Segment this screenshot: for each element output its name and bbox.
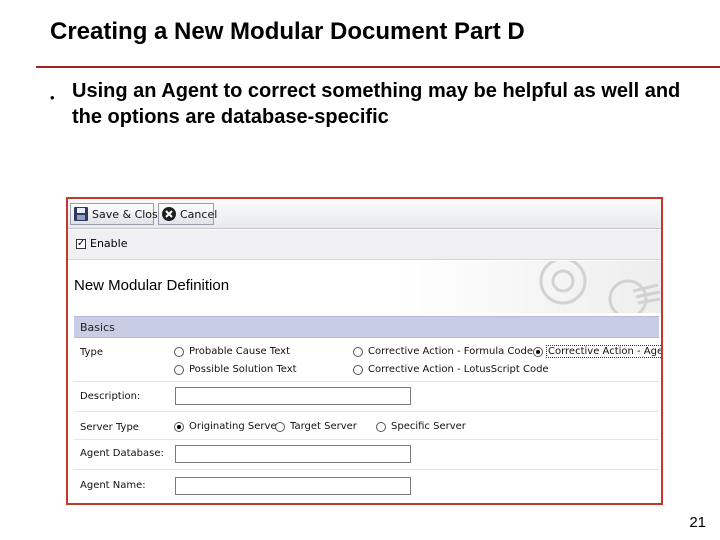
agent-database-field[interactable] [175,445,411,463]
server-radio-originating[interactable] [174,422,184,432]
type-radio-probable-cause[interactable] [174,347,184,357]
close-icon [162,207,176,221]
save-close-label: Save & Close [92,207,165,221]
cancel-label: Cancel [180,207,218,221]
toolbar: Save & Close Cancel [68,199,661,229]
server-option-label: Specific Server [391,421,466,432]
type-label: Type [80,347,103,358]
type-radio-formula-code[interactable] [353,347,363,357]
row-divider [74,381,659,382]
type-option-label: Possible Solution Text [189,364,297,375]
type-radio-lotusscript-code[interactable] [353,365,363,375]
slide-title: Creating a New Modular Document Part D [50,18,525,45]
agent-name-label: Agent Name: [80,480,146,491]
form-screenshot: Save & Close Cancel ✓ Enable New Modular… [66,197,663,505]
server-radio-specific[interactable] [376,422,386,432]
row-divider [74,411,659,412]
server-option-label: Originating Server [189,421,281,432]
bullet-icon: • [50,90,55,105]
type-radio-agent[interactable] [533,347,543,357]
section-header-basics [74,316,659,338]
server-option-label: Target Server [290,421,357,432]
enable-checkbox[interactable]: ✓ [76,239,86,249]
save-close-button[interactable]: Save & Close [70,203,165,225]
description-field[interactable] [175,387,411,405]
type-option-label: Corrective Action - Agent [546,345,661,358]
bullet-text: Using an Agent to correct something may … [72,80,681,128]
section-label: Basics [80,321,115,334]
title-divider [36,66,720,68]
agent-name-field[interactable] [175,477,411,495]
decorative-gear-graphic [539,261,661,313]
description-label: Description: [80,391,141,402]
row-divider [74,469,659,470]
type-option-label: Corrective Action - LotusScript Code [368,364,549,375]
cancel-button[interactable]: Cancel [158,203,218,225]
enable-row [68,230,661,260]
agent-database-label: Agent Database: [80,448,164,459]
server-radio-target[interactable] [275,422,285,432]
row-divider [74,439,659,440]
page-number: 21 [689,514,706,531]
type-option-label: Corrective Action - Formula Code [368,346,534,357]
type-option-label: Probable Cause Text [189,346,291,357]
enable-label: Enable [90,237,128,250]
server-type-label: Server Type [80,422,139,433]
type-radio-possible-solution[interactable] [174,365,184,375]
save-icon [74,207,88,221]
form-title: New Modular Definition [74,277,230,294]
